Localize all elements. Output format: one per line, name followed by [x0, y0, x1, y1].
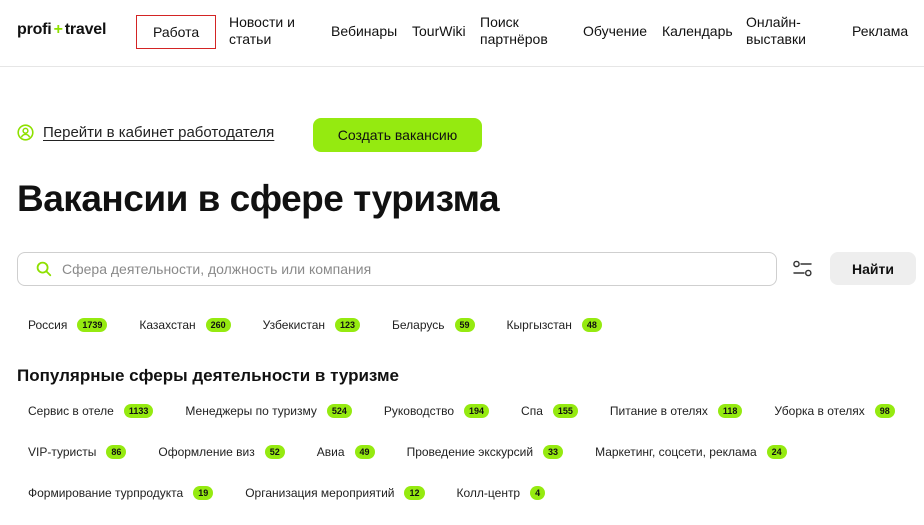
sphere-chip[interactable]: Маркетинг, соцсети, реклама 24	[584, 440, 798, 464]
logo-text-left: profi	[17, 21, 52, 38]
nav-item-partners[interactable]: Поиск партнёров	[480, 14, 548, 48]
nav-item-calendar[interactable]: Календарь	[662, 23, 733, 40]
chip-label: Колл-центр	[456, 486, 521, 500]
chip-label: Проведение экскурсий	[406, 445, 534, 459]
sphere-chip[interactable]: Колл-центр 4	[446, 481, 557, 505]
logo-text-right: travel	[64, 21, 107, 38]
sphere-chip[interactable]: Проведение экскурсий 33	[396, 440, 575, 464]
nav-expo-line2: выставки	[746, 31, 806, 47]
chip-label: Сервис в отеле	[28, 404, 114, 418]
chip-label: Менеджеры по туризму	[185, 404, 317, 418]
find-button[interactable]: Найти	[830, 252, 916, 285]
chip-label: Россия	[28, 318, 68, 332]
chip-count-badge: 49	[354, 445, 375, 459]
nav-item-ads[interactable]: Реклама	[852, 23, 908, 40]
create-vacancy-button[interactable]: Создать вакансию	[313, 118, 482, 152]
sphere-chip[interactable]: Организация мероприятий 12	[234, 481, 435, 505]
search-input[interactable]	[62, 261, 742, 277]
spheres-row-1: Сервис в отеле 1133 Менеджеры по туризму 5…	[17, 399, 906, 423]
user-circle-icon	[17, 124, 34, 141]
chip-label: VIP-туристы	[28, 445, 97, 459]
chip-count-badge: 48	[581, 318, 602, 332]
country-chip[interactable]: Россия 1739	[17, 313, 118, 337]
chip-label: Спа	[521, 404, 543, 418]
nav-item-work[interactable]: Работа	[136, 15, 217, 49]
nav-item-webinars[interactable]: Вебинары	[331, 23, 397, 40]
search-icon	[36, 261, 52, 277]
sphere-chip[interactable]: VIP-туристы 86	[17, 440, 137, 464]
chip-label: Казахстан	[139, 318, 196, 332]
country-filter-row: Россия 1739 Казахстан 260 Узбекистан 123 Бе…	[17, 313, 613, 337]
nav-partners-line2: партнёров	[480, 31, 548, 47]
chip-label: Кыргызстан	[506, 318, 572, 332]
sphere-chip[interactable]: Менеджеры по туризму 524	[174, 399, 362, 423]
nav-news-line1: Новости и	[229, 14, 295, 30]
sphere-chip[interactable]: Спа 155	[510, 399, 589, 423]
employer-cabinet-link[interactable]: Перейти в кабинет работодателя	[17, 124, 274, 141]
chip-label: Узбекистан	[262, 318, 325, 332]
chip-label: Беларусь	[392, 318, 445, 332]
chip-label: Уборка в отелях	[774, 404, 865, 418]
chip-count-badge: 24	[766, 445, 787, 459]
logo-plus: +	[53, 21, 63, 38]
search-box[interactable]	[17, 252, 777, 286]
spheres-row-3: Формирование турпродукта 19 Организация м…	[17, 481, 556, 505]
sphere-chip[interactable]: Авиа 49	[306, 440, 386, 464]
nav-item-education[interactable]: Обучение	[583, 23, 647, 40]
chip-count-badge: 524	[326, 404, 352, 418]
chip-label: Питание в отелях	[609, 404, 708, 418]
logo[interactable]: profi + travel	[17, 21, 106, 39]
spheres-row-2: VIP-туристы 86 Оформление виз 52 Авиа 49 Пр…	[17, 440, 798, 464]
chip-count-badge: 52	[264, 445, 285, 459]
country-chip[interactable]: Беларусь 59	[381, 313, 486, 337]
chip-label: Руководство	[383, 404, 454, 418]
chip-label: Авиа	[316, 445, 345, 459]
sphere-chip[interactable]: Уборка в отелях 98	[763, 399, 905, 423]
chip-count-badge: 12	[404, 486, 425, 500]
chip-count-badge: 118	[717, 404, 743, 418]
sphere-chip[interactable]: Питание в отелях 118	[599, 399, 754, 423]
nav-item-news[interactable]: Новости и статьи	[229, 14, 295, 48]
chip-count-badge: 59	[454, 318, 475, 332]
employer-cabinet-label: Перейти в кабинет работодателя	[43, 124, 275, 141]
page-title: Вакансии в сфере туризма	[17, 178, 500, 219]
nav-partners-line1: Поиск	[480, 14, 519, 30]
country-chip[interactable]: Казахстан 260	[128, 313, 241, 337]
nav-item-tourwiki[interactable]: TourWiki	[412, 23, 466, 40]
sphere-chip[interactable]: Руководство 194	[373, 399, 500, 423]
country-chip[interactable]: Узбекистан 123	[252, 313, 371, 337]
country-chip[interactable]: Кыргызстан 48	[496, 313, 613, 337]
chip-label: Оформление виз	[158, 445, 255, 459]
chip-count-badge: 4	[530, 486, 546, 500]
chip-count-badge: 260	[205, 318, 231, 332]
nav-news-line2: статьи	[229, 31, 272, 47]
chip-count-badge: 1739	[77, 318, 108, 332]
chip-count-badge: 86	[106, 445, 127, 459]
popular-spheres-title: Популярные сферы деятельности в туризме	[17, 366, 399, 385]
chip-count-badge: 19	[193, 486, 214, 500]
filter-sliders-icon[interactable]	[792, 259, 813, 279]
chip-label: Маркетинг, соцсети, реклама	[595, 445, 757, 459]
site-header: profi + travel Работа Новости и статьи Веб…	[0, 0, 924, 67]
sphere-chip[interactable]: Сервис в отеле 1133	[17, 399, 164, 423]
nav-item-online-expo[interactable]: Онлайн- выставки	[746, 14, 806, 48]
chip-count-badge: 194	[464, 404, 490, 418]
sphere-chip[interactable]: Формирование турпродукта 19	[17, 481, 224, 505]
chip-count-badge: 1133	[123, 404, 154, 418]
chip-count-badge: 98	[874, 404, 895, 418]
nav-expo-line1: Онлайн-	[746, 14, 801, 30]
chip-count-badge: 123	[335, 318, 361, 332]
chip-label: Организация мероприятий	[245, 486, 395, 500]
chip-label: Формирование турпродукта	[28, 486, 184, 500]
sphere-chip[interactable]: Оформление виз 52	[147, 440, 295, 464]
chip-count-badge: 155	[552, 404, 578, 418]
chip-count-badge: 33	[543, 445, 564, 459]
